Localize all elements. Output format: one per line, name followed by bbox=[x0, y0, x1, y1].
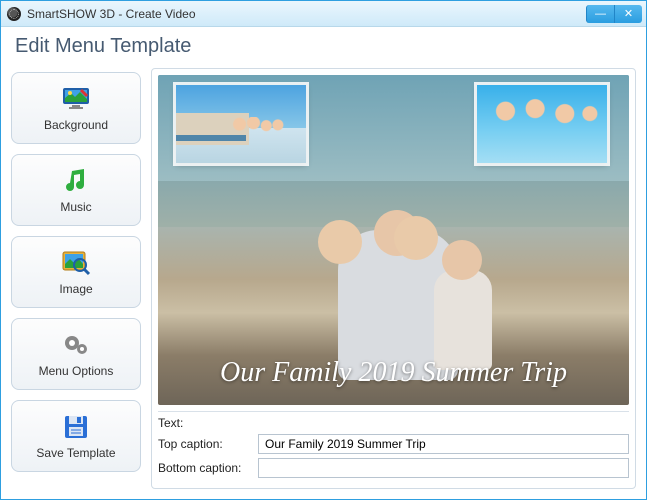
window-title: SmartSHOW 3D - Create Video bbox=[27, 7, 586, 21]
bottom-caption-input[interactable] bbox=[258, 458, 629, 478]
text-panel: Text: Top caption: Bottom caption: bbox=[158, 411, 629, 482]
titlebar[interactable]: SmartSHOW 3D - Create Video — ✕ bbox=[1, 1, 646, 27]
sidebar-item-image[interactable]: Image bbox=[11, 236, 141, 308]
template-preview[interactable]: Our Family 2019 Summer Trip bbox=[158, 75, 629, 405]
app-window: SmartSHOW 3D - Create Video — ✕ Edit Men… bbox=[0, 0, 647, 500]
sidebar: Background Music Image Menu Options bbox=[11, 68, 141, 489]
preview-caption: Our Family 2019 Summer Trip bbox=[158, 357, 629, 389]
top-caption-label: Top caption: bbox=[158, 437, 250, 451]
sidebar-item-label: Menu Options bbox=[39, 364, 114, 378]
main-panel: Our Family 2019 Summer Trip Text: Top ca… bbox=[151, 68, 636, 489]
sidebar-item-save-template[interactable]: Save Template bbox=[11, 400, 141, 472]
body: Background Music Image Menu Options bbox=[1, 68, 646, 499]
sidebar-item-label: Background bbox=[44, 118, 108, 132]
header: Edit Menu Template bbox=[1, 27, 646, 68]
preview-thumb-right[interactable] bbox=[477, 85, 607, 163]
sidebar-item-label: Image bbox=[59, 282, 92, 296]
image-search-icon bbox=[61, 248, 91, 278]
sidebar-item-menu-options[interactable]: Menu Options bbox=[11, 318, 141, 390]
bottom-caption-label: Bottom caption: bbox=[158, 461, 250, 475]
preview-thumb-left[interactable] bbox=[176, 85, 306, 163]
music-note-icon bbox=[61, 166, 91, 196]
gear-icon bbox=[61, 330, 91, 360]
minimize-button[interactable]: — bbox=[586, 5, 614, 23]
sidebar-item-background[interactable]: Background bbox=[11, 72, 141, 144]
app-icon bbox=[7, 7, 21, 21]
top-caption-input[interactable] bbox=[258, 434, 629, 454]
text-section-label: Text: bbox=[158, 416, 629, 430]
sidebar-item-music[interactable]: Music bbox=[11, 154, 141, 226]
sidebar-item-label: Save Template bbox=[36, 446, 115, 460]
close-button[interactable]: ✕ bbox=[614, 5, 642, 23]
save-floppy-icon bbox=[61, 412, 91, 442]
page-title: Edit Menu Template bbox=[15, 35, 632, 58]
sidebar-item-label: Music bbox=[60, 200, 91, 214]
window-controls: — ✕ bbox=[586, 5, 642, 23]
monitor-icon bbox=[61, 84, 91, 114]
